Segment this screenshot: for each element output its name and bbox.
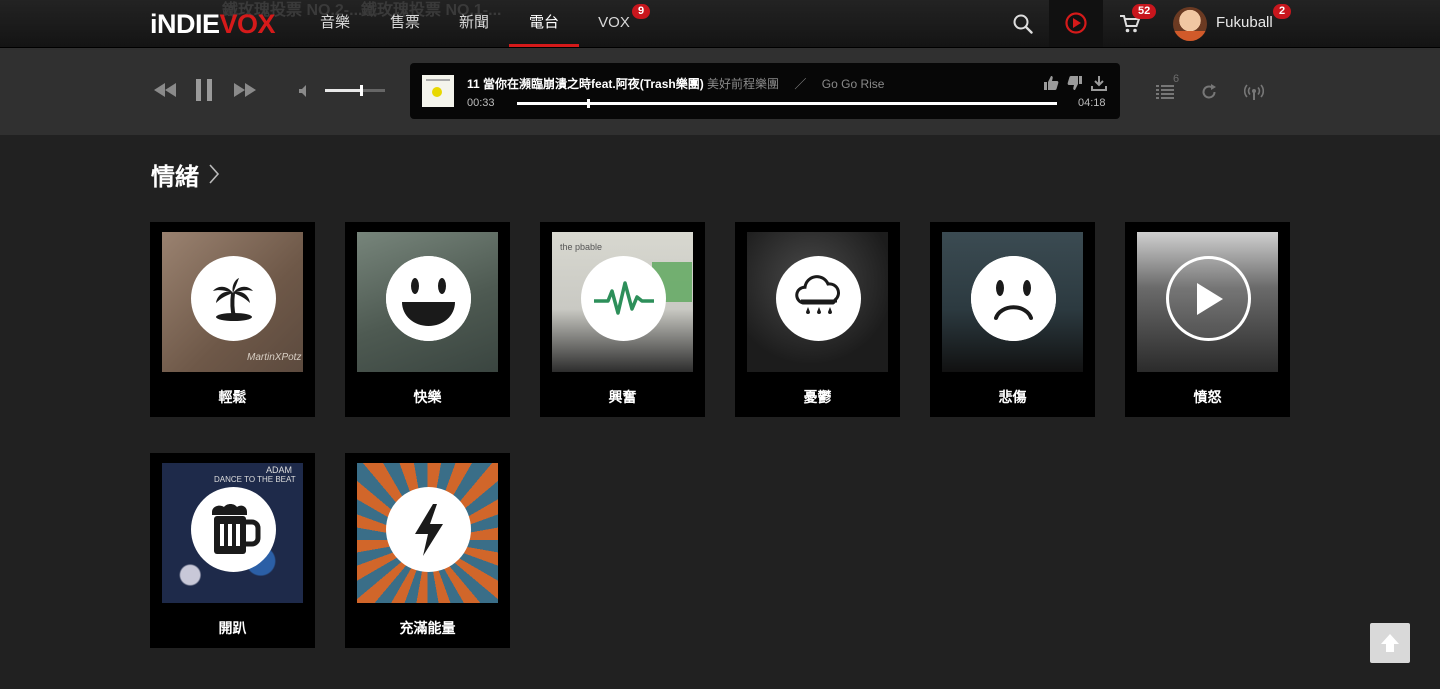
scroll-to-top-button[interactable]: [1370, 623, 1410, 663]
volume-button[interactable]: [297, 83, 313, 99]
mood-icon-circle: [386, 487, 471, 572]
beer-mug-icon: [211, 503, 260, 554]
mood-icon-circle: [971, 256, 1056, 341]
mood-card-relax[interactable]: MartinXPotz 輕鬆: [150, 222, 315, 417]
nav-item-music[interactable]: 音樂: [319, 0, 351, 47]
play-circle-icon: [1065, 12, 1087, 34]
mood-label: 快樂: [413, 389, 442, 405]
mood-card-excited[interactable]: the pbable 興奮: [540, 222, 705, 417]
nav-item-tickets[interactable]: 售票: [389, 0, 421, 47]
mood-card-melancholy[interactable]: 憂鬱: [735, 222, 900, 417]
volume-slider[interactable]: [325, 85, 385, 96]
track-actions: [1043, 75, 1107, 91]
mood-icon-circle: [581, 256, 666, 341]
pause-icon: [196, 79, 212, 101]
track-artist[interactable]: 美好前程樂團: [707, 77, 779, 91]
progress-knob[interactable]: [587, 99, 591, 108]
mood-label: 悲傷: [998, 389, 1027, 405]
queue-count: 6: [1173, 73, 1180, 85]
total-time: 04:18: [1078, 97, 1106, 109]
queue-list-icon: [1156, 85, 1174, 99]
mood-label: 憤怒: [1193, 389, 1222, 405]
nav-item-news[interactable]: 新聞: [458, 0, 490, 47]
sad-face-icon: [971, 256, 1056, 341]
mood-label: 輕鬆: [218, 389, 247, 405]
mood-card-party[interactable]: ADAM DANCE TO THE BEAT 開趴: [150, 453, 315, 648]
search-icon: [1013, 14, 1033, 34]
rain-cloud-icon: [794, 274, 840, 314]
download-icon[interactable]: [1091, 75, 1107, 91]
track-title[interactable]: 11 當你在瀕臨崩潰之時feat.阿夜(Trash樂團): [467, 77, 704, 91]
avatar[interactable]: [1173, 7, 1207, 41]
volume-icon: [299, 85, 306, 97]
mood-card-energetic[interactable]: 充滿能量: [345, 453, 510, 648]
track-separator: ／: [794, 77, 807, 91]
volume-fill: [325, 89, 361, 92]
arrow-up-icon: [1381, 634, 1399, 652]
username[interactable]: Fukuball: [1216, 0, 1273, 46]
nav-item-radio[interactable]: 電台: [509, 0, 579, 47]
track-info: 11 當你在瀕臨崩潰之時feat.阿夜(Trash樂團) 美好前程樂團 ／ Go…: [467, 75, 884, 92]
thumbs-down-icon[interactable]: [1067, 75, 1083, 91]
logo-white-text: iNDIE: [150, 9, 220, 39]
repeat-icon: [1202, 84, 1216, 99]
logo-red-text: VOX: [219, 9, 276, 39]
pause-button[interactable]: [192, 78, 216, 102]
fast-forward-icon: [234, 83, 256, 97]
broadcast-icon: [1244, 84, 1264, 100]
mood-label: 興奮: [608, 389, 637, 405]
progress-bar[interactable]: [517, 99, 1057, 108]
mood-card-sad[interactable]: 悲傷: [930, 222, 1095, 417]
heartbeat-icon: [593, 280, 654, 315]
notification-badge: 2: [1273, 4, 1292, 19]
album-cover-thumbnail[interactable]: [422, 75, 454, 107]
section-title[interactable]: 情緒: [151, 157, 199, 192]
smile-icon: [386, 256, 471, 341]
search-button[interactable]: [1008, 0, 1038, 47]
now-playing-button[interactable]: [1049, 0, 1103, 47]
mood-card-happy[interactable]: 快樂: [345, 222, 510, 417]
broadcast-button[interactable]: [1243, 82, 1265, 102]
volume-knob[interactable]: [360, 85, 363, 96]
track-album[interactable]: Go Go Rise: [822, 77, 885, 91]
chevron-right-icon[interactable]: [208, 163, 220, 185]
rewind-icon: [154, 83, 176, 97]
lightning-icon: [414, 503, 443, 556]
vox-badge: 9: [632, 4, 651, 19]
mood-icon-circle: [1166, 256, 1251, 341]
repeat-button[interactable]: [1199, 82, 1219, 102]
mood-icon-circle: [191, 256, 276, 341]
now-playing-panel: 11 當你在瀕臨崩潰之時feat.阿夜(Trash樂團) 美好前程樂團 ／ Go…: [410, 63, 1120, 119]
top-navbar: 鐵玫瑰投票 NO.2-... 鐵玫瑰投票 NO.1-... iNDIEVOX 音…: [0, 0, 1440, 48]
nav-item-vox[interactable]: VOX: [598, 0, 630, 47]
queue-button[interactable]: [1154, 82, 1176, 102]
mood-icon-circle: [386, 256, 471, 341]
fast-forward-button[interactable]: [232, 80, 258, 100]
thumbs-up-icon[interactable]: [1043, 75, 1059, 91]
palm-island-icon: [212, 277, 253, 321]
cart-badge: 52: [1132, 4, 1157, 19]
play-icon: [1196, 282, 1223, 315]
mood-label: 開趴: [218, 620, 247, 636]
mood-label: 充滿能量: [399, 620, 456, 636]
mood-card-angry[interactable]: 憤怒: [1125, 222, 1290, 417]
mood-icon-circle: [191, 487, 276, 572]
indievox-logo[interactable]: iNDIEVOX: [150, 9, 276, 39]
mood-icon-circle: [776, 256, 861, 341]
mood-label: 憂鬱: [803, 389, 832, 405]
elapsed-time: 00:33: [467, 97, 495, 109]
rewind-button[interactable]: [152, 80, 178, 100]
